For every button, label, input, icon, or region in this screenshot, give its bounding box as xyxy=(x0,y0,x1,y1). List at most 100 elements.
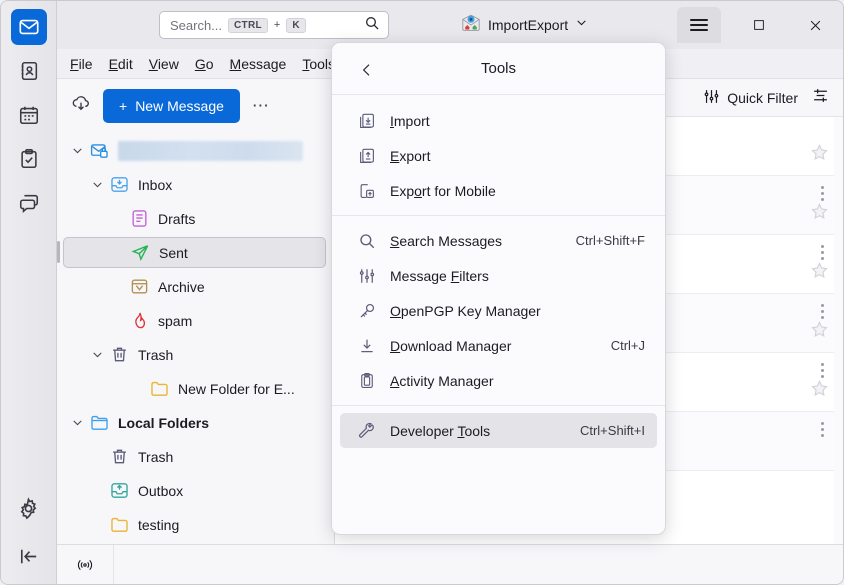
folder-pane-toolbar: + New Message ⋯ xyxy=(57,79,334,133)
trash-icon xyxy=(107,447,131,466)
tools-menu-item-download-manager[interactable]: Download ManagerCtrl+J xyxy=(340,328,657,363)
global-search-wrap: Search... CTRL + K xyxy=(159,11,389,39)
folder-row-testing[interactable]: testing xyxy=(63,509,326,540)
twisty-expanded-icon[interactable] xyxy=(67,416,87,429)
menubar-item-message[interactable]: Message xyxy=(223,53,294,75)
tools-menu-item-openpgp-key-manager[interactable]: OpenPGP Key Manager xyxy=(340,293,657,328)
search-kbd-plus: + xyxy=(274,19,280,31)
chevron-down-icon xyxy=(575,16,588,34)
tools-menu-item-message-filters[interactable]: Message Filters xyxy=(340,258,657,293)
tools-menu-item-label: Search Messages xyxy=(390,233,502,249)
mail-icon xyxy=(18,16,40,38)
column-options-icon[interactable] xyxy=(812,87,829,109)
star-icon[interactable] xyxy=(810,202,829,226)
plus-icon: + xyxy=(119,98,127,114)
menubar-item-file[interactable]: File xyxy=(63,53,100,75)
address-book-icon xyxy=(18,60,40,82)
tools-menu-item-label: Activity Manager xyxy=(390,373,494,389)
space-button-tasks[interactable] xyxy=(11,141,47,177)
download-icon xyxy=(354,337,380,355)
folder-row-inbox[interactable]: Inbox xyxy=(63,169,326,200)
tools-menu-item-label: Export for Mobile xyxy=(390,183,496,199)
tools-menu-separator xyxy=(332,405,665,406)
folder-label: testing xyxy=(138,517,179,533)
message-row-menu-button[interactable] xyxy=(821,422,824,440)
search-icon xyxy=(364,15,380,36)
quick-filter-button[interactable]: Quick Filter xyxy=(703,88,798,108)
folder-label: Inbox xyxy=(138,177,172,193)
get-messages-cloud-icon[interactable] xyxy=(69,93,93,120)
addon-envelope-icon xyxy=(461,14,481,32)
folder-pane-more-button[interactable]: ⋯ xyxy=(252,96,270,116)
folder-row-local-folders[interactable]: Local Folders xyxy=(63,407,326,438)
tools-menu-item-import[interactable]: Import xyxy=(340,103,657,138)
message-list-vscrollbar[interactable] xyxy=(834,117,843,544)
search-input[interactable]: Search... CTRL + K xyxy=(159,11,389,39)
close-button[interactable] xyxy=(787,1,843,49)
tools-menu-item-developer-tools[interactable]: Developer ToolsCtrl+Shift+I xyxy=(340,413,657,448)
connection-status-icon[interactable] xyxy=(57,556,113,574)
maximize-icon xyxy=(752,18,766,32)
folder-row-trash[interactable]: Trash xyxy=(63,441,326,472)
trash-icon xyxy=(107,345,131,364)
twisty-expanded-icon[interactable] xyxy=(67,144,87,157)
folder-row-archive[interactable]: Archive xyxy=(63,271,326,302)
calendar-icon xyxy=(18,104,40,126)
folder-label: New Folder for E... xyxy=(178,381,295,397)
maximize-button[interactable] xyxy=(731,1,787,49)
status-divider xyxy=(113,545,114,584)
folder-label: Trash xyxy=(138,449,173,465)
menubar-item-edit[interactable]: Edit xyxy=(102,53,140,75)
thunderbird-window: Search... CTRL + K xyxy=(0,0,844,585)
space-button-settings[interactable] xyxy=(11,490,47,526)
key-icon xyxy=(354,302,380,320)
folder-row-spam[interactable]: spam xyxy=(63,305,326,336)
folder-row-account[interactable] xyxy=(63,135,326,166)
hamburger-icon xyxy=(690,16,708,34)
twisty-expanded-icon[interactable] xyxy=(87,348,107,361)
tools-menu-item-export[interactable]: Export xyxy=(340,138,657,173)
tools-menu-item-label: OpenPGP Key Manager xyxy=(390,303,541,319)
gear-icon xyxy=(17,497,40,520)
app-menu-button[interactable] xyxy=(677,7,721,43)
tools-menu-separator xyxy=(332,215,665,216)
folder-row-drafts[interactable]: Drafts xyxy=(63,203,326,234)
tools-menu-item-activity-manager[interactable]: Activity Manager xyxy=(340,363,657,398)
folder-row-sent[interactable]: Sent xyxy=(63,237,326,268)
close-icon xyxy=(808,18,823,33)
new-message-button[interactable]: + New Message xyxy=(103,89,240,123)
tools-menu-item-label: Developer Tools xyxy=(390,423,490,439)
archive-icon xyxy=(127,277,151,296)
menubar-item-go[interactable]: Go xyxy=(188,53,221,75)
star-icon[interactable] xyxy=(810,143,829,167)
tools-menu-item-search-messages[interactable]: Search MessagesCtrl+Shift+F xyxy=(340,223,657,258)
sent-icon xyxy=(128,243,152,262)
outbox-icon xyxy=(107,481,131,500)
chevron-left-icon[interactable] xyxy=(354,57,380,83)
space-button-address-book[interactable] xyxy=(11,53,47,89)
account-name-redacted xyxy=(118,141,303,161)
folder-row-new-folder-for-e[interactable]: New Folder for E... xyxy=(63,373,326,404)
folder-tree: InboxDraftsSentArchivespamTrashNew Folde… xyxy=(57,133,334,540)
importexport-addon-icon xyxy=(461,14,481,37)
window-frame: Search... CTRL + K xyxy=(0,0,844,585)
importexport-addon-button[interactable]: ImportExport xyxy=(455,11,594,39)
tools-menu-item-export-for-mobile[interactable]: Export for Mobile xyxy=(340,173,657,208)
drafts-icon xyxy=(127,209,151,228)
folder-row-outbox[interactable]: Outbox xyxy=(63,475,326,506)
twisty-expanded-icon[interactable] xyxy=(87,178,107,191)
star-icon[interactable] xyxy=(810,261,829,285)
folder-label: Drafts xyxy=(158,211,195,227)
activity-clipboard-icon xyxy=(354,372,380,390)
space-button-collapse[interactable] xyxy=(11,538,47,574)
star-icon[interactable] xyxy=(810,320,829,344)
menubar-item-view[interactable]: View xyxy=(142,53,186,75)
space-button-mail[interactable] xyxy=(11,9,47,45)
search-placeholder: Search... xyxy=(170,18,222,33)
folder-row-trash[interactable]: Trash xyxy=(63,339,326,370)
collapse-left-icon xyxy=(17,545,40,568)
star-icon[interactable] xyxy=(810,379,829,403)
space-button-calendar[interactable] xyxy=(11,97,47,133)
space-button-chat[interactable] xyxy=(11,185,47,221)
tools-menu-item-label: Import xyxy=(390,113,430,129)
